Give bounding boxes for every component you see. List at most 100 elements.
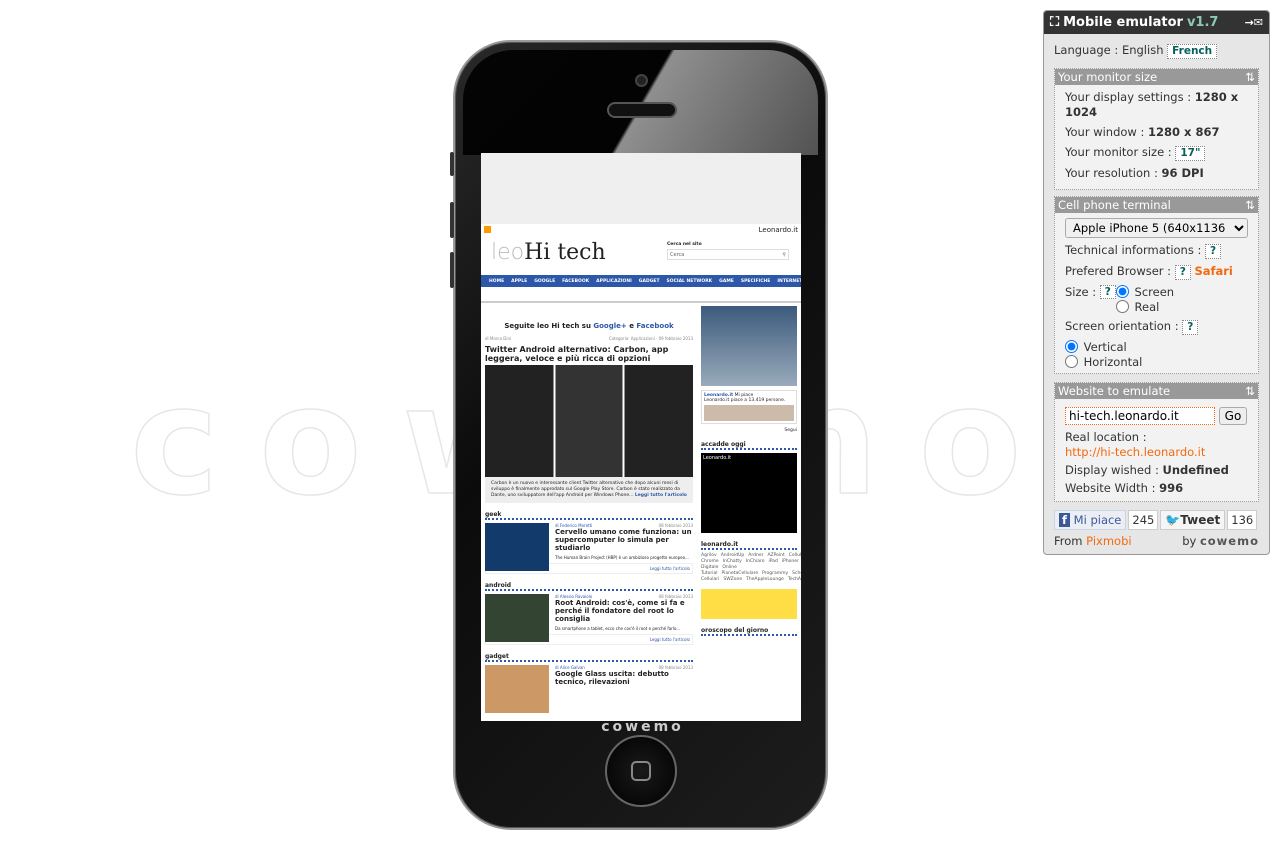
facebook-link[interactable]: Facebook <box>636 322 673 330</box>
share-mail-icon[interactable]: →✉ <box>1245 16 1263 29</box>
tweet-button[interactable]: 🐦Tweet <box>1160 510 1226 530</box>
network-link[interactable]: Agrilov <box>701 553 717 558</box>
network-link[interactable]: Ardner <box>748 553 763 558</box>
nav-item[interactable]: HOME <box>489 279 504 284</box>
oroscopo-heading: oroscopo del giorno <box>701 627 797 636</box>
article-thumbnail[interactable] <box>485 594 549 642</box>
section-gadget: gadget di Alice Galvan 08 febbraio 2013 G… <box>485 653 693 713</box>
url-input[interactable] <box>1065 407 1215 425</box>
nav-item[interactable]: GADGET <box>639 279 660 284</box>
emulator-panel: ⛶ Mobile emulator v1.7 →✉ Language : Englis… <box>1043 10 1270 555</box>
partner-logo[interactable]: Leonardo.it <box>759 226 798 234</box>
device-select[interactable]: Apple iPhone 5 (640x1136 - 4") <box>1065 218 1248 238</box>
twitter-icon: 🐦 <box>1165 513 1181 527</box>
network-link[interactable]: TechAndRealtime <box>788 577 801 582</box>
section-heading[interactable]: android <box>485 582 693 591</box>
twitter-follow-button[interactable]: Segui <box>701 428 797 433</box>
website-section: Website to emulate⇅ Go Real location :ht… <box>1054 382 1259 502</box>
google-plus-link[interactable]: Google+ <box>593 322 626 330</box>
volume-down-button <box>450 252 454 288</box>
home-button[interactable] <box>605 735 677 807</box>
featured-excerpt: Carbon è un nuovo e interessante client … <box>485 477 693 503</box>
monitor-section-header[interactable]: Your monitor size ⇅ <box>1055 69 1258 85</box>
network-link[interactable]: SWZone <box>723 577 742 582</box>
orientation-help-button[interactable]: ? <box>1182 320 1199 335</box>
ad-banner[interactable] <box>701 306 797 386</box>
language-french-button[interactable]: French <box>1167 44 1218 59</box>
orientation-vertical-radio[interactable] <box>1065 340 1078 353</box>
expand-icon[interactable]: ⛶ <box>1050 15 1059 30</box>
accadde-heading: accadde oggi <box>701 441 797 450</box>
network-link[interactable]: iPad <box>768 559 777 564</box>
nav-item[interactable]: INTERNET <box>777 279 801 284</box>
like-count: 245 <box>1128 510 1159 530</box>
byline: di Marco Dini <box>485 336 512 341</box>
meta: Categoria: Applicazioni · 09 febbraio 20… <box>608 336 693 341</box>
read-more-link[interactable]: Leggi tutto l'articolo <box>635 493 687 498</box>
search-label: Cerca nel sito <box>667 242 702 247</box>
network-link[interactable]: Programmy <box>762 571 788 576</box>
search-input[interactable]: Cerca ⚲ <box>667 249 789 260</box>
volume-up-button <box>450 202 454 238</box>
nav-item[interactable]: APPLE <box>511 279 527 284</box>
facebook-like-button[interactable]: f Mi piace <box>1054 510 1127 530</box>
toggle-icon: ⇅ <box>1245 198 1255 212</box>
article-thumbnail[interactable] <box>485 665 549 713</box>
pixmobi-link[interactable]: Pixmobi <box>1086 534 1131 548</box>
panel-header: ⛶ Mobile emulator v1.7 →✉ <box>1044 11 1269 34</box>
phone-screen[interactable]: Leonardo.it leoHi tech Cerca nel sito Ce… <box>481 153 801 721</box>
section-heading[interactable]: gadget <box>485 653 693 662</box>
iphone-frame: Leonardo.it leoHi tech Cerca nel sito Ce… <box>450 40 828 830</box>
network-link[interactable]: TheAppleLounge <box>746 577 784 582</box>
search-icon: ⚲ <box>782 252 786 258</box>
article-thumbnail[interactable] <box>485 523 549 571</box>
orientation-horizontal-radio[interactable] <box>1065 355 1078 368</box>
rss-icon[interactable] <box>484 226 491 233</box>
nav-item[interactable]: GAME <box>719 279 734 284</box>
section-geek: geek di Federico Moretti 08 febbraio 2013… <box>485 511 693 574</box>
subscribe-box[interactable] <box>701 589 797 619</box>
browser-help-button[interactable]: ? <box>1174 265 1191 280</box>
panel-footer: From Pixmobi by cowemo <box>1054 534 1259 548</box>
facebook-icon: f <box>1059 513 1071 527</box>
nav-item[interactable]: SPECIFICHE <box>741 279 770 284</box>
speaker-grille <box>607 102 677 118</box>
version: v1.7 <box>1186 15 1219 30</box>
terminal-section-header[interactable]: Cell phone terminal ⇅ <box>1055 197 1258 213</box>
size-help-button[interactable]: ? <box>1099 285 1116 299</box>
network-link[interactable]: AndroidUp <box>721 553 745 558</box>
network-link[interactable]: Cellulari <box>789 553 801 558</box>
network-link[interactable]: PianetaCellulare <box>722 571 759 576</box>
monitor-section: Your monitor size ⇅ Your display settings… <box>1054 68 1259 190</box>
facebook-widget: Leonardo.it Mi piace Leonardo.it piace a … <box>701 390 797 424</box>
nav-item[interactable]: FACEBOOK <box>562 279 589 284</box>
size-screen-radio[interactable] <box>1115 285 1129 298</box>
panel-title: Mobile emulator <box>1063 15 1183 30</box>
mute-switch <box>450 152 454 176</box>
size-real-radio[interactable] <box>1115 300 1129 313</box>
tech-help-button[interactable]: ? <box>1205 244 1222 259</box>
nav-item[interactable]: APPLICAZIONI <box>596 279 632 284</box>
monitor-size-button[interactable]: 17" <box>1175 146 1206 161</box>
website-section-header[interactable]: Website to emulate ⇅ <box>1055 383 1258 399</box>
from-label: From <box>1054 534 1083 548</box>
nav-item[interactable]: GOOGLE <box>534 279 555 284</box>
section-android: android di Alessio Ravaiolo 08 febbraio 2… <box>485 582 693 645</box>
follow-banner: Seguite leo Hi tech su Google+ e Faceboo… <box>504 322 674 330</box>
site-nav: HOME APPLE GOOGLE FACEBOOK APPLICAZIONI GADGE… <box>481 275 801 287</box>
network-link[interactable]: AZPoint <box>767 553 784 558</box>
video-player[interactable]: Leonardo.it <box>701 453 797 533</box>
network-heading: leonardo.it <box>701 541 797 550</box>
featured-image[interactable] <box>485 365 693 477</box>
tweet-count: 136 <box>1227 510 1258 530</box>
section-heading[interactable]: geek <box>485 511 693 520</box>
site-logo[interactable]: leoHi tech <box>491 240 606 265</box>
network-link[interactable]: InChiaro <box>746 559 765 564</box>
nav-item[interactable]: SOCIAL NETWORK <box>667 279 713 284</box>
cowemo-logo[interactable]: cowemo <box>1200 534 1259 548</box>
network-link[interactable]: iPhoner <box>782 559 799 564</box>
go-button[interactable]: Go <box>1218 407 1248 425</box>
network-link[interactable]: InChatty <box>723 559 742 564</box>
real-location-link[interactable]: http://hi-tech.leonardo.it <box>1065 445 1205 459</box>
featured-title[interactable]: Twitter Android alternativo: Carbon, app… <box>485 345 693 363</box>
